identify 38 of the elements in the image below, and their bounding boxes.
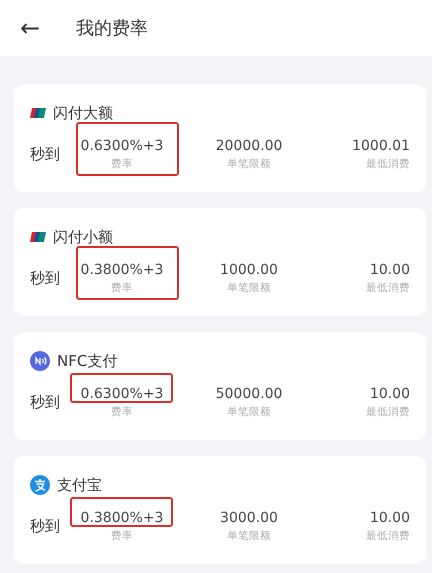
minimum-value: 1000.01 <box>352 137 410 156</box>
rate-label: 费率 <box>111 157 133 172</box>
limit-value: 3000.00 <box>220 509 278 528</box>
settlement-label: 秒到 <box>30 268 60 288</box>
minimum-label: 最低消费 <box>366 529 410 544</box>
minimum-value: 10.00 <box>370 261 410 280</box>
minimum-label: 最低消费 <box>366 405 410 420</box>
rate-value: 0.3800%+3 <box>80 509 164 528</box>
limit-value: 50000.00 <box>216 385 282 404</box>
limit-label: 单笔限额 <box>227 529 271 544</box>
limit-label: 单笔限额 <box>227 281 271 296</box>
settlement-label: 秒到 <box>30 144 60 164</box>
card-title: 闪付小额 <box>53 228 113 246</box>
rate-value: 0.6300%+3 <box>80 385 164 404</box>
limit-value: 20000.00 <box>216 137 282 156</box>
card-title: 支付宝 <box>57 476 102 494</box>
minimum-label: 最低消费 <box>366 281 410 296</box>
rate-label: 费率 <box>111 405 133 420</box>
limit-label: 单笔限额 <box>227 157 271 172</box>
card-logo-icon <box>30 231 46 243</box>
nfc-icon <box>30 351 50 371</box>
rate-label: 费率 <box>111 529 133 544</box>
limit-label: 单笔限额 <box>227 405 271 420</box>
settlement-label: 秒到 <box>30 392 60 412</box>
minimum-label: 最低消费 <box>366 157 410 172</box>
rate-value: 0.6300%+3 <box>80 137 164 156</box>
limit-value: 1000.00 <box>220 261 278 280</box>
back-button[interactable]: ← <box>17 16 43 40</box>
minimum-value: 10.00 <box>370 509 410 528</box>
wallet-app-icon <box>30 475 50 495</box>
settlement-label: 秒到 <box>30 516 60 536</box>
card-title: NFC支付 <box>57 352 118 370</box>
rate-value: 0.3800%+3 <box>80 261 164 280</box>
card-logo-icon <box>30 107 46 119</box>
rate-label: 费率 <box>111 281 133 296</box>
page-title: 我的费率 <box>76 17 148 40</box>
card-title: 闪付大额 <box>53 104 113 122</box>
minimum-value: 10.00 <box>370 385 410 404</box>
